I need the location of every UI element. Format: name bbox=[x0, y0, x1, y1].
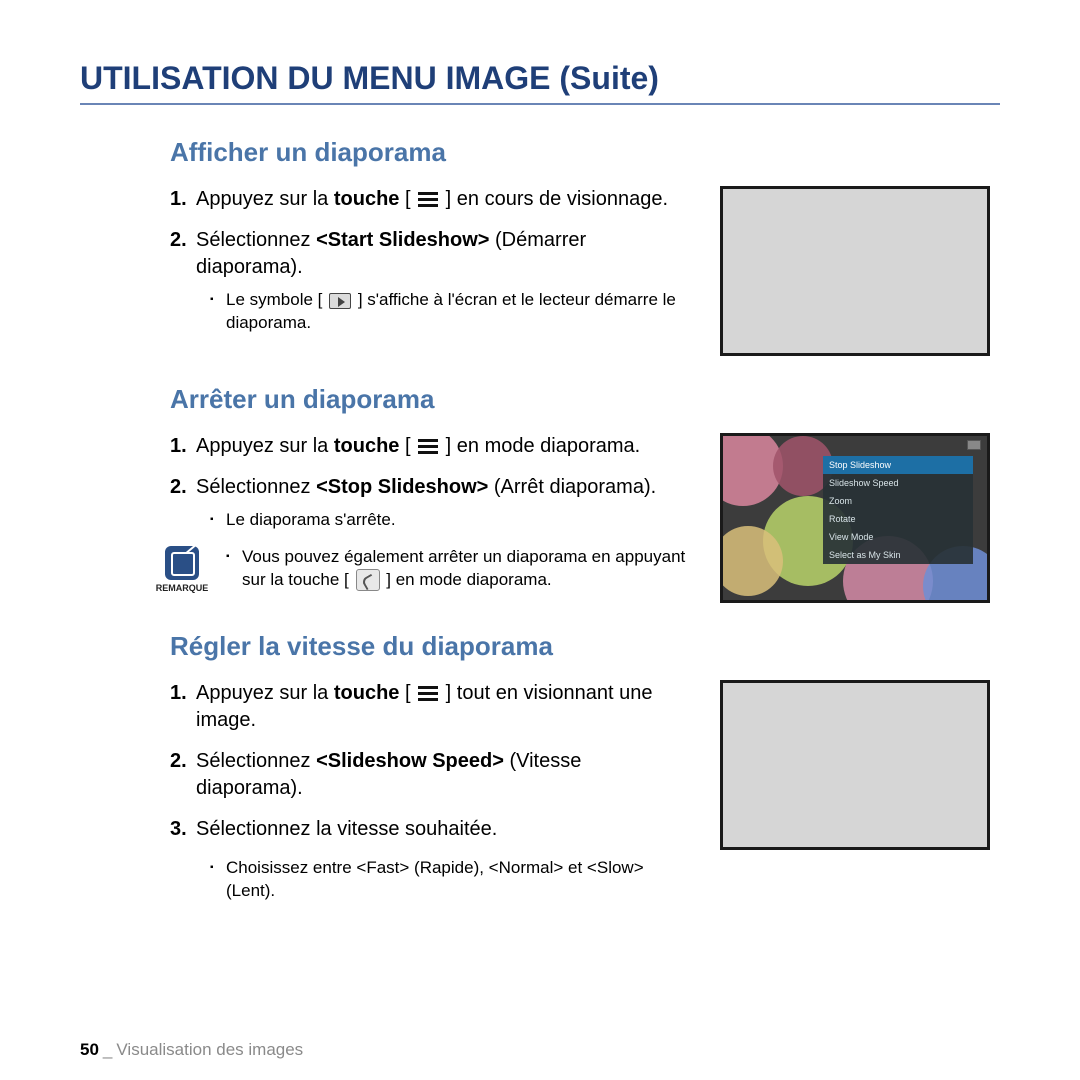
step: Appuyez sur la touche [ ] en cours de vi… bbox=[170, 186, 690, 213]
section-show-slideshow: Afficher un diaporama Appuyez sur la tou… bbox=[170, 137, 1000, 356]
note: REMARQUE Vous pouvez également arrêter u… bbox=[148, 546, 690, 596]
note-label: REMARQUE bbox=[156, 582, 209, 594]
note-icon bbox=[165, 546, 199, 580]
step: Sélectionnez <Start Slideshow> (Démarrer… bbox=[170, 227, 690, 335]
step: Appuyez sur la touche [ ] tout en vision… bbox=[170, 680, 690, 734]
text: Sélectionnez bbox=[196, 476, 316, 498]
menu-item: Rotate bbox=[823, 510, 973, 528]
menu-icon bbox=[418, 192, 438, 208]
back-icon bbox=[356, 569, 380, 591]
popup-menu: Stop Slideshow Slideshow Speed Zoom Rota… bbox=[823, 456, 973, 564]
text: Le symbole [ bbox=[226, 290, 322, 309]
text: Sélectionnez bbox=[196, 229, 316, 251]
step: Sélectionnez <Slideshow Speed> (Vitesse … bbox=[170, 748, 690, 802]
text: ] en mode diaporama. bbox=[386, 570, 551, 589]
text: Appuyez sur la bbox=[196, 682, 334, 704]
text: [ bbox=[399, 188, 410, 210]
step: Appuyez sur la touche [ ] en mode diapor… bbox=[170, 433, 690, 460]
text-bold: <Stop Slideshow> bbox=[316, 476, 488, 498]
menu-icon bbox=[418, 439, 438, 455]
sub-bullet: Choisissez entre <Fast> (Rapide), <Norma… bbox=[210, 857, 690, 903]
menu-item-selected: Stop Slideshow bbox=[823, 456, 973, 474]
sub-bullet: Le symbole [ ] s'affiche à l'écran et le… bbox=[210, 289, 690, 335]
section-title: Régler la vitesse du diaporama bbox=[170, 631, 1000, 662]
note-text: Vous pouvez également arrêter un diapora… bbox=[226, 546, 690, 592]
screenshot-placeholder bbox=[720, 680, 990, 850]
page-number: 50 bbox=[80, 1040, 99, 1059]
page-title: UTILISATION DU MENU IMAGE (Suite) bbox=[80, 60, 1000, 105]
menu-item: Select as My Skin bbox=[823, 546, 973, 564]
text: [ bbox=[399, 435, 410, 457]
text: Appuyez sur la bbox=[196, 188, 334, 210]
menu-item: Slideshow Speed bbox=[823, 474, 973, 492]
text-bold: touche bbox=[334, 435, 400, 457]
text: ] en cours de visionnage. bbox=[446, 188, 668, 210]
menu-item: Zoom bbox=[823, 492, 973, 510]
section-title: Arrêter un diaporama bbox=[170, 384, 1000, 415]
chapter-name: Visualisation des images bbox=[116, 1040, 303, 1059]
section-title: Afficher un diaporama bbox=[170, 137, 1000, 168]
play-icon bbox=[329, 293, 351, 309]
screenshot-placeholder bbox=[720, 186, 990, 356]
text: ] en mode diaporama. bbox=[446, 435, 641, 457]
footer: 50_Visualisation des images bbox=[80, 1040, 303, 1060]
text-bold: touche bbox=[334, 682, 400, 704]
menu-item: View Mode bbox=[823, 528, 973, 546]
screenshot-menu: Stop Slideshow Slideshow Speed Zoom Rota… bbox=[720, 433, 990, 603]
step: Sélectionnez <Stop Slideshow> (Arrêt dia… bbox=[170, 474, 690, 532]
section-slideshow-speed: Régler la vitesse du diaporama Appuyez s… bbox=[170, 631, 1000, 907]
text: Appuyez sur la bbox=[196, 435, 334, 457]
step: Sélectionnez la vitesse souhaitée. bbox=[170, 816, 690, 843]
text: (Arrêt diaporama). bbox=[488, 476, 656, 498]
menu-icon bbox=[418, 686, 438, 702]
text: Sélectionnez bbox=[196, 750, 316, 772]
text-bold: <Start Slideshow> bbox=[316, 229, 489, 251]
text-bold: <Slideshow Speed> bbox=[316, 750, 504, 772]
sub-bullet: Le diaporama s'arrête. bbox=[210, 509, 690, 532]
section-stop-slideshow: Arrêter un diaporama Appuyez sur la touc… bbox=[170, 384, 1000, 603]
text: [ bbox=[399, 682, 410, 704]
corner-icon bbox=[967, 440, 981, 450]
text-bold: touche bbox=[334, 188, 400, 210]
